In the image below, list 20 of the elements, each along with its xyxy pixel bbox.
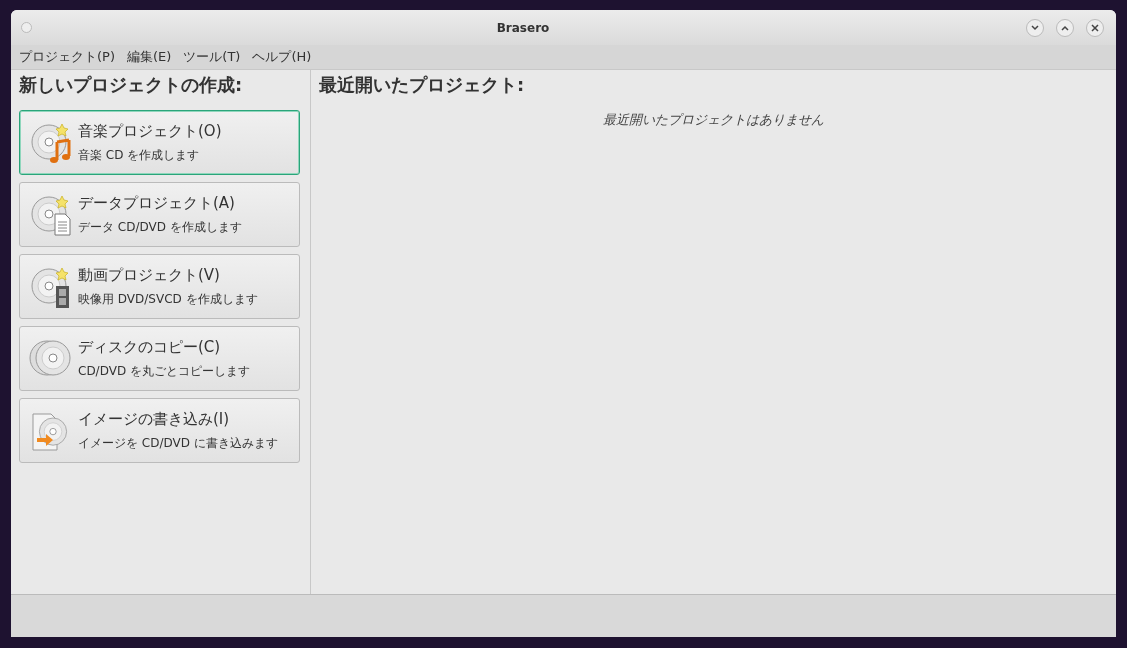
window-menu-button[interactable] <box>21 22 32 33</box>
close-icon <box>1091 23 1099 32</box>
section-heading: 新しいプロジェクトの作成: <box>19 73 244 97</box>
menu-item[interactable]: ツール(T) <box>177 47 247 67</box>
maximize-button[interactable] <box>1056 18 1074 37</box>
menu-item[interactable]: ヘルプ(H) <box>246 47 318 67</box>
close-button[interactable] <box>1086 18 1104 37</box>
chevron-up-icon <box>1061 24 1069 31</box>
project-button[interactable]: 音楽プロジェクト(O) 音楽 CD を作成します <box>19 110 300 175</box>
section-heading: 最近開いたプロジェクト: <box>319 73 526 97</box>
project-button[interactable]: 動画プロジェクト(V) 映像用 DVD/SVCD を作成します <box>19 254 300 319</box>
project-button[interactable]: データプロジェクト(A) データ CD/DVD を作成します <box>19 182 300 247</box>
project-button[interactable]: イメージの書き込み(I) イメージを CD/DVD に書き込みます <box>19 398 300 463</box>
menu-item[interactable]: 編集(E) <box>121 47 178 67</box>
menu-item[interactable]: プロジェクト(P) <box>13 47 121 67</box>
empty-message: 最近開いたプロジェクトはありません <box>602 111 825 129</box>
chevron-down-icon <box>1031 24 1039 31</box>
minimize-button[interactable] <box>1026 18 1044 37</box>
window-title: Brasero <box>495 19 551 37</box>
project-button[interactable]: ディスクのコピー(C) CD/DVD を丸ごとコピーします <box>19 326 300 391</box>
